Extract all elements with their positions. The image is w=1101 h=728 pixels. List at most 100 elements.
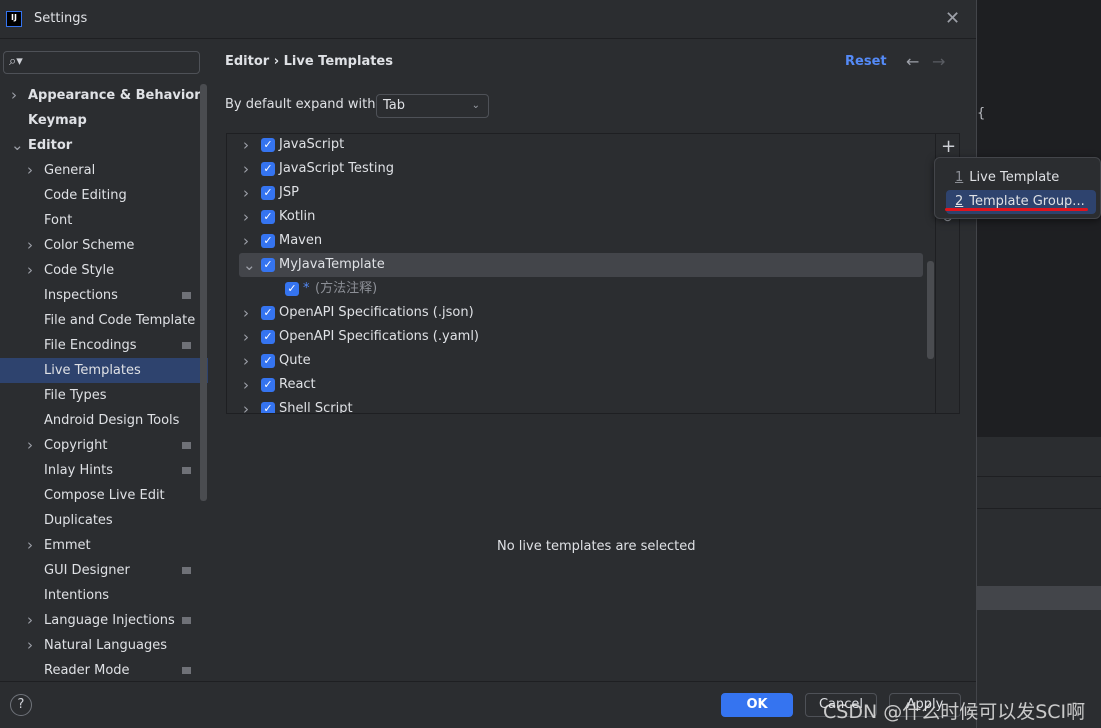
add-icon[interactable]: + (941, 136, 956, 157)
arrow-right-icon[interactable]: → (932, 52, 945, 71)
chevron-right-icon[interactable]: › (27, 633, 33, 658)
sidebar-item-file-encodings[interactable]: File Encodings (0, 333, 208, 358)
chevron-right-icon[interactable]: › (243, 157, 249, 181)
sidebar-item-gui-designer[interactable]: GUI Designer (0, 558, 208, 583)
template-group-row[interactable]: › ✓ Qute (239, 349, 923, 373)
checkbox[interactable]: ✓ (261, 186, 275, 200)
checkbox[interactable]: ✓ (261, 354, 275, 368)
menu-label: Template Group... (969, 194, 1085, 209)
checkbox[interactable]: ✓ (285, 282, 299, 296)
chevron-right-icon[interactable]: › (243, 181, 249, 205)
project-scope-icon (182, 292, 191, 299)
checkbox[interactable]: ✓ (261, 378, 275, 392)
template-label: MyJavaTemplate (279, 257, 385, 272)
mnemonic: 1 (955, 170, 964, 185)
reset-link[interactable]: Reset (845, 54, 887, 69)
breadcrumb: Editor › Live Templates (225, 54, 393, 69)
template-group-row[interactable]: ⌄ ✓ MyJavaTemplate (239, 253, 923, 277)
chevron-right-icon[interactable]: › (243, 229, 249, 253)
template-label: Maven (279, 233, 323, 248)
sidebar-item-file-types[interactable]: File Types (0, 383, 208, 408)
window-title: Settings (34, 11, 88, 26)
sidebar-item-code-style[interactable]: › Code Style (0, 258, 208, 283)
chevron-right-icon[interactable]: › (243, 134, 249, 157)
settings-search-input[interactable]: ⌕▾ (3, 51, 200, 74)
chevron-right-icon[interactable]: › (27, 258, 33, 283)
template-group-row[interactable]: › ✓ JavaScript Testing (239, 157, 923, 181)
close-icon[interactable]: ✕ (945, 8, 960, 29)
sidebar-item-reader-mode[interactable]: Reader Mode (0, 658, 208, 683)
sidebar-item-label: Duplicates (44, 513, 113, 528)
checkbox[interactable]: ✓ (261, 210, 275, 224)
chevron-right-icon[interactable]: › (27, 608, 33, 633)
checkbox[interactable]: ✓ (261, 138, 275, 152)
sidebar-item-language-injections[interactable]: › Language Injections (0, 608, 208, 633)
editor-panel-row (977, 586, 1101, 610)
sidebar-item-label: Color Scheme (44, 238, 135, 253)
chevron-right-icon[interactable]: › (243, 325, 249, 349)
sidebar-item-android-design-tools[interactable]: Android Design Tools (0, 408, 208, 433)
sidebar-item-keymap[interactable]: Keymap (0, 108, 208, 133)
project-scope-icon (182, 442, 191, 449)
sidebar-item-color-scheme[interactable]: › Color Scheme (0, 233, 208, 258)
template-group-row[interactable]: › ✓ React (239, 373, 923, 397)
chevron-right-icon[interactable]: › (243, 301, 249, 325)
sidebar-item-file-and-code-template[interactable]: File and Code Template (0, 308, 208, 333)
breadcrumb-editor[interactable]: Editor (225, 54, 269, 69)
chevron-down-icon[interactable]: ⌄ (11, 133, 24, 158)
checkbox[interactable]: ✓ (261, 234, 275, 248)
chevron-down-icon[interactable]: ⌄ (243, 253, 256, 277)
sidebar-item-copyright[interactable]: › Copyright (0, 433, 208, 458)
chevron-right-icon[interactable]: › (243, 397, 249, 413)
checkbox[interactable]: ✓ (261, 306, 275, 320)
template-group-row[interactable]: › ✓ JSP (239, 181, 923, 205)
sidebar-item-live-templates[interactable]: Live Templates (0, 358, 208, 383)
tree-scrollbar[interactable] (927, 261, 934, 359)
sidebar-item-inlay-hints[interactable]: Inlay Hints (0, 458, 208, 483)
expand-with-select[interactable]: Tab ⌄ (376, 94, 489, 118)
ok-button[interactable]: OK (721, 693, 793, 717)
chevron-right-icon[interactable]: › (243, 373, 249, 397)
chevron-right-icon[interactable]: › (27, 233, 33, 258)
template-group-row[interactable]: › ✓ OpenAPI Specifications (.yaml) (239, 325, 923, 349)
sidebar-item-font[interactable]: Font (0, 208, 208, 233)
arrow-left-icon[interactable]: ← (906, 52, 919, 71)
sidebar-item-natural-languages[interactable]: › Natural Languages (0, 633, 208, 658)
template-label: React (279, 377, 316, 392)
sidebar-item-general[interactable]: › General (0, 158, 208, 183)
checkbox[interactable]: ✓ (261, 402, 275, 413)
template-row[interactable]: ✓ * (方法注释) (239, 277, 923, 301)
sidebar-item-inspections[interactable]: Inspections (0, 283, 208, 308)
checkbox[interactable]: ✓ (261, 258, 275, 272)
help-button[interactable]: ? (10, 694, 32, 716)
chevron-right-icon[interactable]: › (243, 205, 249, 229)
template-group-row[interactable]: › ✓ Maven (239, 229, 923, 253)
sidebar-item-label: Emmet (44, 538, 91, 553)
project-scope-icon (182, 342, 191, 349)
menu-item-live-template[interactable]: 1 Live Template (946, 166, 1096, 190)
sidebar-item-compose-live-edit[interactable]: Compose Live Edit (0, 483, 208, 508)
template-label: * (303, 281, 310, 296)
sidebar-item-editor[interactable]: ⌄ Editor (0, 133, 208, 158)
sidebar-item-appearance-behavior[interactable]: › Appearance & Behavior (0, 83, 208, 108)
chevron-right-icon[interactable]: › (11, 83, 17, 108)
template-group-row[interactable]: › ✓ JavaScript (239, 134, 923, 157)
sidebar-item-code-editing[interactable]: Code Editing (0, 183, 208, 208)
checkbox[interactable]: ✓ (261, 162, 275, 176)
chevron-right-icon[interactable]: › (27, 433, 33, 458)
template-group-row[interactable]: › ✓ Kotlin (239, 205, 923, 229)
chevron-right-icon[interactable]: › (243, 349, 249, 373)
template-group-row[interactable]: › ✓ OpenAPI Specifications (.json) (239, 301, 923, 325)
checkbox[interactable]: ✓ (261, 330, 275, 344)
watermark: CSDN @什么时候可以发SCI啊 (823, 701, 1086, 723)
template-label: JavaScript Testing (279, 161, 395, 176)
menu-label: Live Template (969, 170, 1060, 185)
sidebar-item-emmet[interactable]: › Emmet (0, 533, 208, 558)
expand-with-label: By default expand with (225, 97, 376, 112)
template-group-row[interactable]: › ✓ Shell Script (239, 397, 923, 413)
sidebar-item-intentions[interactable]: Intentions (0, 583, 208, 608)
chevron-right-icon[interactable]: › (27, 158, 33, 183)
sidebar-scrollbar[interactable] (200, 84, 207, 501)
chevron-right-icon[interactable]: › (27, 533, 33, 558)
sidebar-item-duplicates[interactable]: Duplicates (0, 508, 208, 533)
